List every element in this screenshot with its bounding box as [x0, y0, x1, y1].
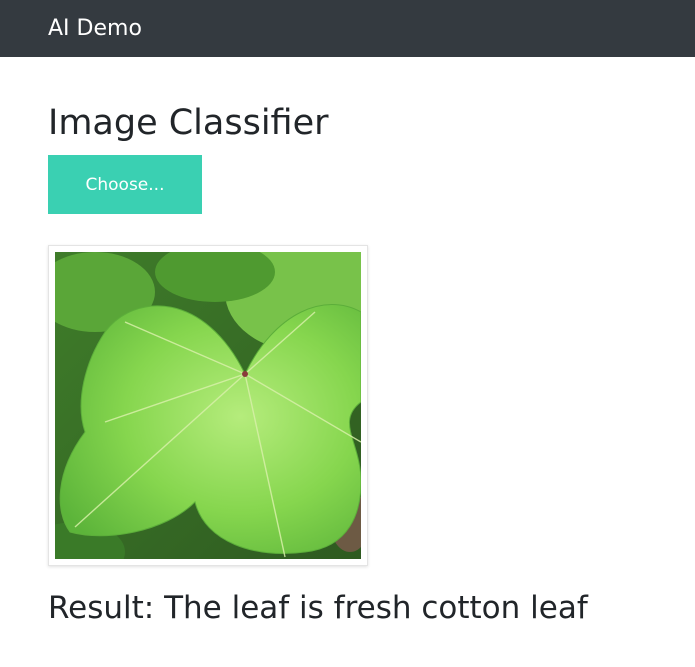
result-text: Result: The leaf is fresh cotton leaf [48, 590, 588, 626]
choose-file-button[interactable]: Choose... [48, 155, 202, 214]
uploaded-image-preview [48, 245, 368, 566]
navbar: AI Demo [0, 0, 695, 57]
navbar-brand[interactable]: AI Demo [48, 16, 142, 41]
page-title: Image Classifier [48, 103, 329, 143]
cotton-leaf-image [55, 252, 361, 559]
